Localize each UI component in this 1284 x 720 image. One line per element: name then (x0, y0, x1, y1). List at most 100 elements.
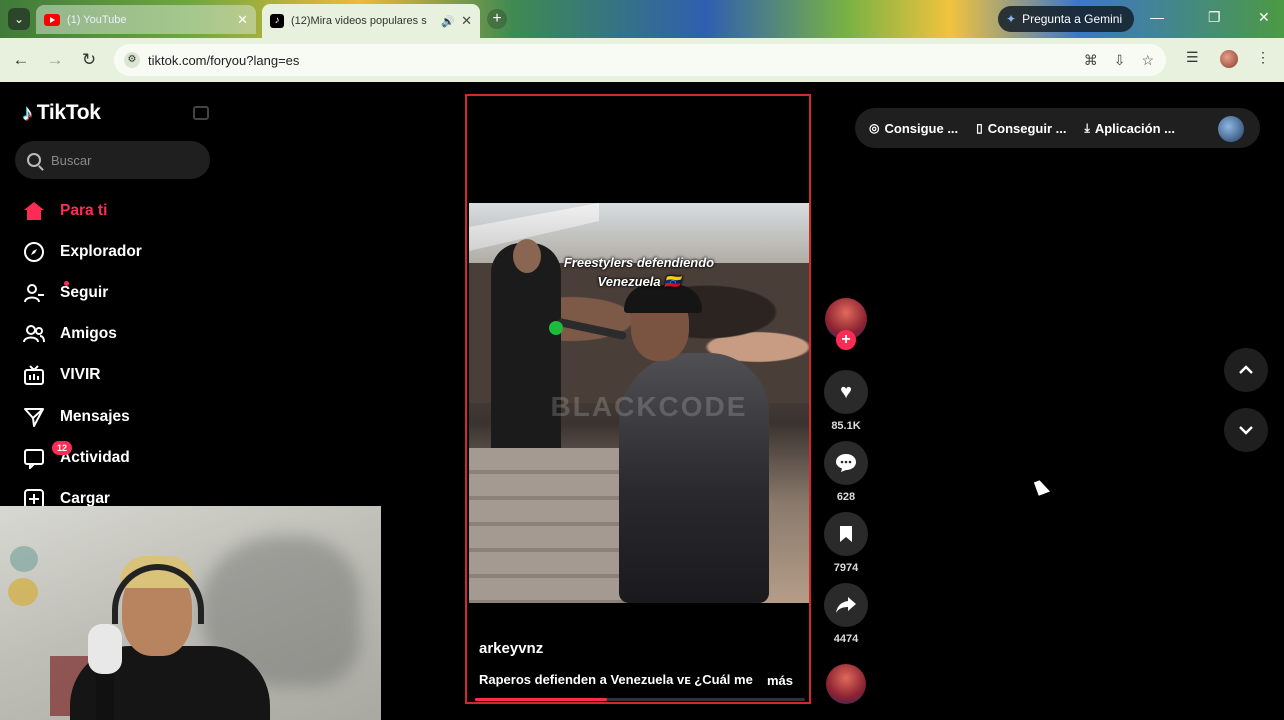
profile-avatar[interactable] (1220, 50, 1238, 68)
sidebar-item-label: VIVIR (60, 366, 101, 384)
search-icon (27, 153, 41, 167)
restore-icon[interactable]: ❐ (1208, 9, 1221, 26)
video-player[interactable]: BLACKCODE Freestylers defendiendo Venezu… (465, 94, 811, 704)
messages-icon (22, 405, 46, 429)
tab-title: (1) YouTube (67, 13, 127, 26)
sidebar-item-seguir[interactable]: Seguir (22, 272, 142, 313)
tab-tiktok[interactable]: ♪ (12)Mira videos populares s 🔊 ✕ (262, 4, 480, 38)
live-icon (22, 363, 46, 387)
creator-avatar[interactable]: + (825, 298, 867, 350)
tab-youtube[interactable]: (1) YouTube ✕ (36, 5, 256, 34)
video-caption-overlay: Freestylers defendiendo Venezuela 🇻🇪 (469, 253, 809, 291)
more-link[interactable]: más (767, 673, 793, 688)
video-progress-bar[interactable] (475, 698, 805, 701)
activity-badge: 12 (52, 441, 72, 456)
share-arrow-icon (836, 597, 856, 613)
collapse-sidebar-icon[interactable] (193, 106, 209, 120)
comment-icon (836, 454, 856, 472)
media-controls-icon[interactable]: ☰ (1186, 49, 1199, 66)
user-avatar[interactable] (1218, 116, 1244, 142)
close-tab-icon[interactable]: ✕ (461, 13, 472, 29)
friends-icon (22, 322, 46, 346)
sidebar-item-para-ti[interactable]: Para ti (22, 190, 142, 231)
background-object (10, 546, 38, 572)
get-coins-button[interactable]: ◎ Consigue ... (869, 121, 958, 136)
video-description: Raperos defienden a Venezuela ᴠᴇ ¿Cuál m… (479, 672, 753, 687)
forward-icon[interactable]: → (44, 49, 66, 71)
search-bar[interactable] (15, 141, 210, 179)
desktop-app-button[interactable]: ⤓ Aplicación ... (1085, 121, 1176, 136)
share-count: 4474 (833, 633, 859, 645)
like-button[interactable]: ♥ (824, 370, 868, 414)
save-button[interactable] (824, 512, 868, 556)
omnibox[interactable]: ⚙ tiktok.com/foryou?lang=es ⌘ ⇩ ☆ (114, 44, 1166, 76)
video-actions: + ♥ 85.1K 628 7974 4474 (824, 298, 870, 654)
sidebar-nav: Para ti Explorador Seguir Amigos VIVIR M… (22, 190, 142, 520)
mic-arm (96, 666, 114, 720)
sidebar-item-explorador[interactable]: Explorador (22, 231, 142, 272)
like-count: 85.1K (831, 420, 861, 432)
get-app-bar: ◎ Consigue ... ▯ Conseguir ... ⤓ Aplicac… (855, 108, 1260, 148)
microphone (88, 624, 122, 674)
share-button[interactable] (824, 583, 868, 627)
sidebar-item-mensajes[interactable]: Mensajes (22, 396, 142, 437)
new-tab-button[interactable]: + (487, 9, 507, 29)
caption-line: Freestylers defendiendo (563, 255, 715, 270)
close-window-icon[interactable]: ✕ (1258, 9, 1270, 26)
heart-icon: ♥ (840, 380, 852, 403)
sidebar-item-label: Mensajes (60, 407, 130, 425)
comment-button[interactable] (824, 441, 868, 485)
tiktok-logo[interactable]: ♪ TikTok (22, 100, 101, 126)
url-text: tiktok.com/foryou?lang=es (148, 52, 300, 68)
gemini-label: Pregunta a Gemini (1022, 12, 1123, 26)
phone-icon: ▯ (976, 121, 983, 135)
site-info-icon[interactable]: ⚙ (124, 52, 140, 68)
tab-title: (12)Mira videos populares s (291, 15, 427, 27)
mouse-cursor-icon (1033, 478, 1051, 496)
sidebar-item-actividad[interactable]: 12 Actividad (22, 437, 142, 478)
install-app-icon[interactable]: ⇩ (1114, 52, 1126, 69)
menu-kebab-icon[interactable]: ⋮ (1256, 49, 1270, 66)
video-frame[interactable]: BLACKCODE Freestylers defendiendo Venezu… (469, 203, 809, 603)
translate-icon[interactable]: ⌘ (1084, 52, 1098, 69)
gemini-sparkle-icon: ✦ (1006, 12, 1017, 26)
caption-line: Venezuela 🇻🇪 (597, 274, 681, 289)
background-object (8, 578, 38, 606)
browser-tab-strip: ⌄ (1) YouTube ✕ ♪ (12)Mira videos popula… (0, 0, 1284, 38)
search-input[interactable] (51, 152, 191, 168)
address-toolbar: ← → ↻ ⚙ tiktok.com/foryou?lang=es ⌘ ⇩ ☆ … (0, 38, 1284, 82)
save-count: 7974 (833, 562, 859, 574)
follow-icon (22, 281, 46, 305)
sidebar-item-vivir[interactable]: VIVIR (22, 355, 142, 396)
chevron-up-icon (1239, 365, 1253, 374)
get-app-button[interactable]: ▯ Conseguir ... (976, 121, 1066, 136)
video-author[interactable]: arkeyvnz (479, 640, 543, 657)
tab-search-button[interactable]: ⌄ (8, 8, 30, 30)
next-creator-avatar[interactable] (826, 664, 866, 704)
bookmark-icon (840, 526, 852, 542)
back-icon[interactable]: ← (10, 49, 32, 71)
tiktok-note-icon: ♪ (22, 100, 33, 125)
video-microphone-head (549, 321, 563, 335)
chevron-down-icon (1239, 426, 1253, 435)
promo-label: Aplicación ... (1094, 120, 1175, 136)
promo-label: Conseguir ... (987, 120, 1067, 136)
reload-icon[interactable]: ↻ (78, 49, 100, 71)
bookmark-star-icon[interactable]: ☆ (1141, 52, 1154, 69)
comment-count: 628 (836, 491, 856, 503)
tiktok-favicon-icon: ♪ (270, 14, 284, 28)
previous-video-button[interactable] (1224, 348, 1268, 392)
next-video-button[interactable] (1224, 408, 1268, 452)
minimize-icon[interactable]: ― (1150, 9, 1164, 25)
sidebar-item-label: Amigos (60, 325, 117, 343)
close-tab-icon[interactable]: ✕ (237, 12, 248, 28)
download-icon: ⤓ (1084, 120, 1090, 135)
logo-text: TikTok (36, 101, 101, 124)
gemini-button[interactable]: ✦ Pregunta a Gemini (998, 6, 1135, 32)
compass-icon (22, 240, 46, 264)
video-watermark: BLACKCODE (550, 391, 748, 422)
activity-icon (22, 446, 46, 470)
sidebar-item-amigos[interactable]: Amigos (22, 314, 142, 355)
audio-playing-icon[interactable]: 🔊 (441, 15, 455, 28)
follow-plus-icon[interactable]: + (836, 330, 856, 350)
